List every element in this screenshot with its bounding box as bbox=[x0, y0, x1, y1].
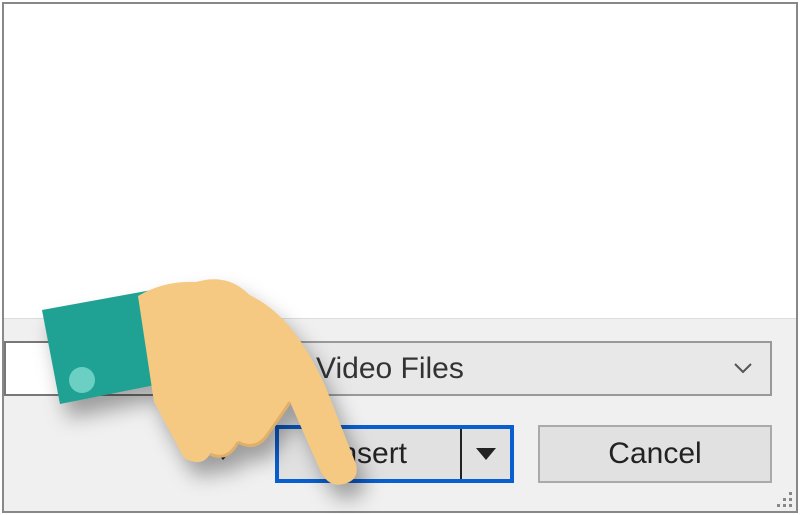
file-type-filter-label: Video Files bbox=[316, 352, 464, 386]
insert-button-label: Insert bbox=[332, 437, 407, 471]
tools-dropdown[interactable] bbox=[161, 427, 251, 482]
caret-down-icon bbox=[213, 448, 233, 460]
caret-down-icon bbox=[476, 448, 496, 460]
file-list-area bbox=[4, 4, 796, 322]
cancel-button[interactable]: Cancel bbox=[538, 425, 772, 483]
resize-grip[interactable] bbox=[774, 489, 792, 507]
dialog-footer: Video Files Insert bbox=[4, 318, 796, 511]
cancel-button-label: Cancel bbox=[608, 437, 701, 471]
dialog-window: Video Files Insert bbox=[2, 2, 798, 513]
insert-split-button[interactable]: Insert bbox=[275, 425, 514, 483]
insert-button[interactable]: Insert bbox=[279, 429, 462, 479]
chevron-down-icon bbox=[240, 363, 258, 374]
chevron-down-icon bbox=[734, 363, 752, 374]
insert-dropdown-toggle[interactable] bbox=[462, 429, 510, 479]
file-type-filter-dropdown[interactable]: Video Files bbox=[292, 341, 772, 396]
filename-combobox[interactable] bbox=[4, 341, 272, 396]
